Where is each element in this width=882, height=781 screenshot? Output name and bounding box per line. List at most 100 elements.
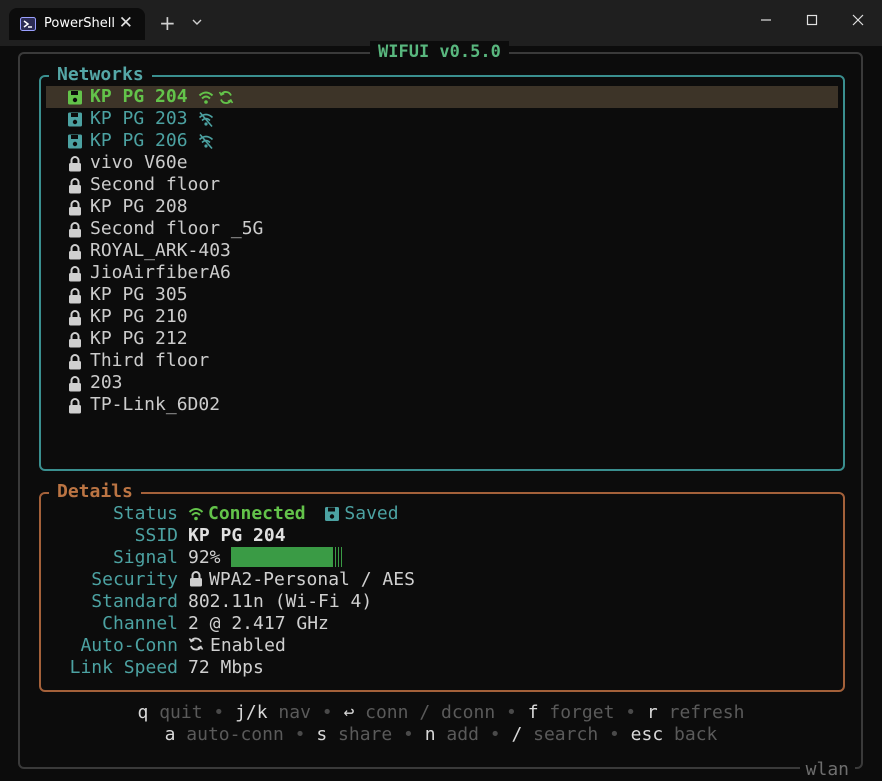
detail-row-autoconn: Auto-Conn Enabled [41,635,841,657]
detail-label: Auto-Conn [80,635,178,656]
new-tab-button[interactable]: + [159,11,176,35]
network-name: KP PG 204 [90,86,188,107]
detail-label: Signal [112,547,178,568]
network-row[interactable]: 203 [46,372,838,394]
detail-label: Channel [102,613,178,634]
help-key: j/k [235,702,268,723]
help-desc: add [435,724,479,745]
lock-icon [69,376,81,392]
lock-icon [69,310,81,326]
signal-value-wrap: 92% [188,547,342,569]
help-key: n [424,724,436,745]
tab-powershell[interactable]: PowerShell ✕ [9,8,145,40]
network-name: KP PG 305 [90,284,188,305]
lock-icon [69,398,81,414]
network-name: Second floor _5G [90,218,264,239]
lock-icon [69,332,81,348]
network-row[interactable]: KP PG 210 [46,306,838,328]
signal-value: 92% [188,547,221,568]
details-title: Details [49,481,141,503]
help-key: r [646,702,658,723]
help-desc: back [663,724,718,745]
network-name: ROYAL_ARK-403 [90,240,231,261]
maximize-icon[interactable] [802,10,822,30]
ssid-value: KP PG 204 [188,525,286,546]
network-row[interactable]: KP PG 204 [46,86,838,108]
detail-label: Status [112,503,178,524]
network-name: Third floor [90,350,210,371]
refresh-icon [218,91,233,104]
autoconn-value-wrap: Enabled [188,635,286,657]
app-title: WIFUI v0.5.0 [370,41,509,63]
minimize-icon[interactable] [756,10,776,30]
network-row[interactable]: Second floor _5G [46,218,838,240]
help-line-2: a auto-conn • s share • n add • / search… [0,724,882,746]
detail-label: Security [91,569,178,590]
lock-icon [69,244,81,260]
signal-bar [230,547,332,567]
network-row[interactable]: KP PG 212 [46,328,838,350]
lock-icon [69,156,81,172]
save-icon [68,112,82,127]
help-separator: • [495,702,528,723]
network-row[interactable]: JioAirfiberA6 [46,262,838,284]
status-connected: Connected [208,503,306,524]
help-desc: share [327,724,393,745]
wifi-off-icon [198,111,213,128]
detail-label: SSID [134,525,178,546]
title-bar: PowerShell ✕ + [0,0,882,46]
dropdown-icon[interactable] [190,15,204,29]
network-name: 203 [90,372,123,393]
detail-row-linkspeed: Link Speed 72 Mbps [41,657,841,679]
window-close-icon[interactable] [848,10,868,30]
help-separator: • [614,702,647,723]
network-name: KP PG 206 [90,130,188,151]
help-separator: • [598,724,631,745]
help-key: / [511,724,523,745]
lock-icon [69,222,81,238]
detail-row-ssid: SSID KP PG 204 [41,525,841,547]
network-row[interactable]: vivo V60e [46,152,838,174]
network-list: KP PG 204 KP PG 203 KP PG 206 vivo V60e Seco… [46,86,838,416]
network-row[interactable]: KP PG 208 [46,196,838,218]
network-name: KP PG 208 [90,196,188,217]
wifi-off-icon [198,133,213,150]
network-row[interactable]: Third floor [46,350,838,372]
network-name: vivo V60e [90,152,188,173]
help-desc: refresh [657,702,745,723]
network-row[interactable]: ROYAL_ARK-403 [46,240,838,262]
network-row[interactable]: Second floor [46,174,838,196]
save-icon [68,90,82,105]
network-row[interactable]: KP PG 206 [46,130,838,152]
network-row[interactable]: KP PG 305 [46,284,838,306]
detail-row-status: Status Connected Saved [41,503,841,525]
security-value: WPA2-Personal / AES [209,569,415,590]
save-icon [325,507,340,521]
channel-value: 2 @ 2.417 GHz [188,613,329,634]
detail-label: Link Speed [69,657,178,678]
network-row[interactable]: KP PG 203 [46,108,838,130]
network-name: KP PG 210 [90,306,188,327]
help-desc: nav [267,702,311,723]
help-key: a [164,724,176,745]
close-icon[interactable]: ✕ [119,13,133,33]
lock-icon [69,288,81,304]
help-key: s [316,724,328,745]
detail-label: Standard [91,591,178,612]
details-panel: Details Status Connected Saved SSID KP P… [39,481,845,692]
help-separator: • [283,724,317,745]
help-key: ↩ [343,702,355,723]
network-name: TP-Link_6D02 [90,394,221,415]
network-row[interactable]: TP-Link_6D02 [46,394,838,416]
detail-row-standard: Standard 802.11n (Wi-Fi 4) [41,591,841,613]
refresh-icon [188,637,204,651]
lock-icon [69,266,81,282]
wifi-icon [198,91,213,104]
save-icon [68,134,82,149]
status-saved: Saved [344,503,399,524]
help-desc: quit [148,702,203,723]
interface-label: wlan [799,759,855,781]
terminal-area[interactable]: WIFUI v0.5.0 wlan Networks KP PG 204 KP P… [0,41,882,781]
lock-icon [69,200,81,216]
wifi-icon [188,508,204,521]
